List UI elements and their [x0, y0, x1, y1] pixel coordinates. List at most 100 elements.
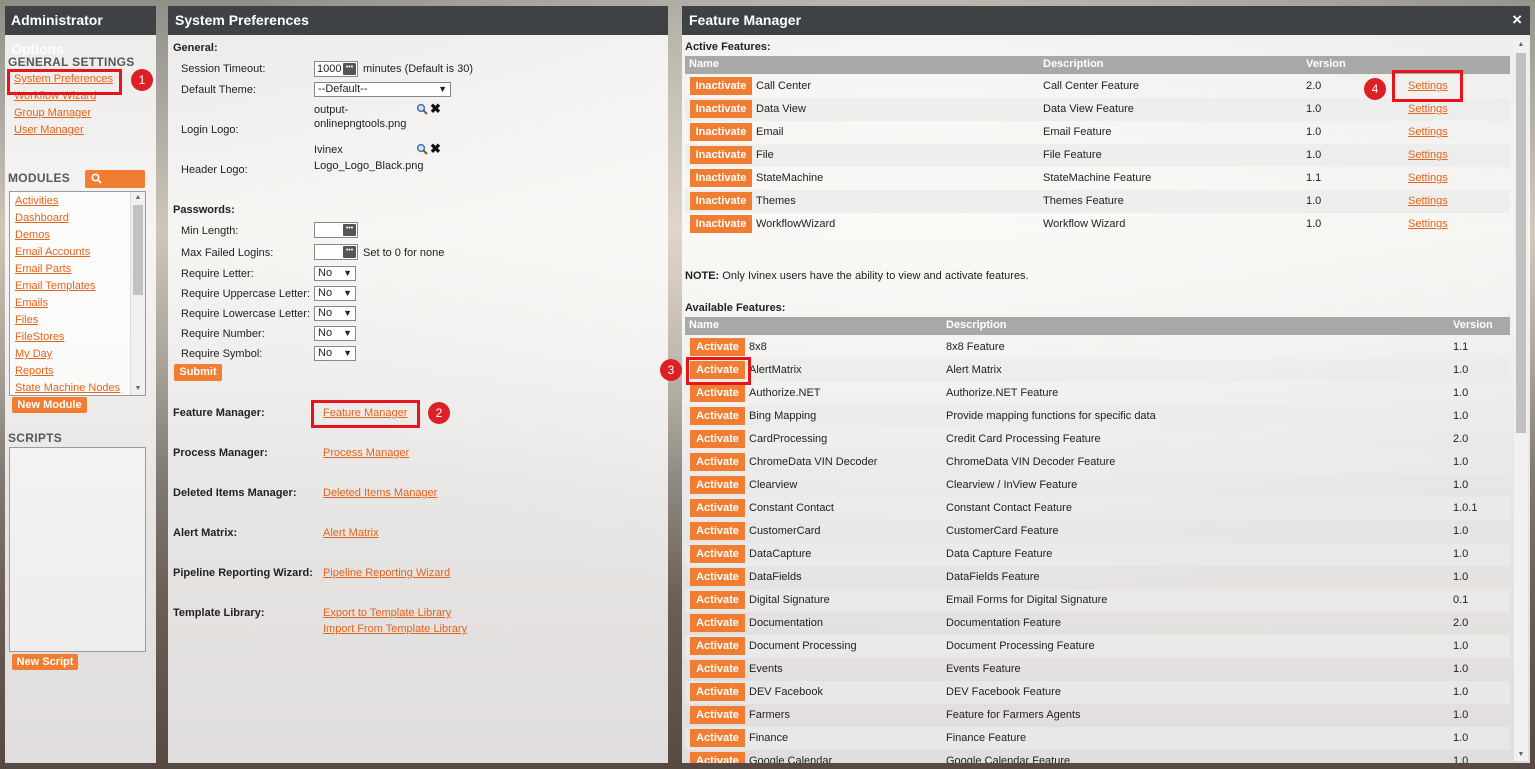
- export-template-library-link[interactable]: Export to Template Library: [323, 607, 451, 619]
- feature-description: Clearview / InView Feature: [946, 479, 1078, 491]
- module-item[interactable]: Activities: [15, 195, 58, 207]
- activate-button[interactable]: Activate: [690, 637, 745, 655]
- module-item[interactable]: Email Parts: [15, 263, 71, 275]
- passwords-heading: Passwords:: [173, 204, 235, 216]
- activate-button[interactable]: Activate: [690, 568, 745, 586]
- activate-button[interactable]: Activate: [690, 591, 745, 609]
- activate-button[interactable]: Activate: [690, 729, 745, 747]
- feature-description: 8x8 Feature: [946, 341, 1005, 353]
- module-search-button[interactable]: [85, 170, 145, 188]
- available-feature-row: Activate Farmers Feature for Farmers Agent…: [685, 704, 1510, 727]
- scroll-up-icon[interactable]: ▲: [131, 192, 145, 204]
- activate-button[interactable]: Activate: [690, 614, 745, 632]
- feature-version: 1.0: [1453, 525, 1469, 537]
- feature-version: 1.0: [1453, 548, 1469, 560]
- submit-button[interactable]: Submit: [174, 364, 222, 381]
- magnifier-icon[interactable]: [416, 143, 428, 155]
- activate-button[interactable]: Activate: [690, 683, 745, 701]
- spinner-icon[interactable]: •••: [343, 63, 356, 75]
- modules-scrollbar[interactable]: ▲ ▼: [130, 192, 145, 395]
- feature-name: Clearview: [749, 479, 798, 491]
- feature-description: Email Forms for Digital Signature: [946, 594, 1108, 606]
- module-item[interactable]: State Machine Nodes: [15, 382, 120, 394]
- max-failed-logins-input[interactable]: •••: [314, 244, 358, 260]
- module-item[interactable]: Dashboard: [15, 212, 69, 224]
- activate-button[interactable]: Activate: [690, 706, 745, 724]
- module-item[interactable]: FileStores: [15, 331, 65, 343]
- feature-manager-scrollbar[interactable]: ▲ ▼: [1514, 39, 1528, 761]
- spinner-icon[interactable]: •••: [343, 246, 356, 258]
- feature-description: Documentation Feature: [946, 617, 1061, 629]
- feature-manager-label: Feature Manager:: [173, 407, 265, 419]
- scripts-list[interactable]: [9, 447, 146, 652]
- module-item[interactable]: Emails: [15, 297, 48, 309]
- deleted-items-manager-link[interactable]: Deleted Items Manager: [323, 487, 437, 499]
- module-item[interactable]: My Day: [15, 348, 52, 360]
- dropdown-arrow-icon: ▼: [438, 84, 447, 94]
- feature-description: Finance Feature: [946, 732, 1027, 744]
- feature-version: 1.0: [1453, 571, 1469, 583]
- activate-button[interactable]: Activate: [690, 660, 745, 678]
- activate-button[interactable]: Activate: [690, 338, 745, 356]
- spinner-icon[interactable]: •••: [343, 224, 356, 236]
- session-timeout-input[interactable]: 1000 •••: [314, 61, 358, 77]
- remove-icon[interactable]: ✖: [430, 141, 441, 157]
- scroll-down-icon[interactable]: ▼: [1514, 749, 1528, 761]
- require-number-select[interactable]: No ▼: [314, 326, 356, 341]
- import-template-library-link[interactable]: Import From Template Library: [323, 623, 467, 635]
- system-preferences-panel: System Preferences General: Session Time…: [168, 6, 668, 763]
- scroll-down-icon[interactable]: ▼: [131, 383, 145, 395]
- available-feature-row: Activate Document Processing Document Proc…: [685, 635, 1510, 658]
- require-lowercase-select[interactable]: No ▼: [314, 306, 356, 321]
- process-manager-link[interactable]: Process Manager: [323, 447, 409, 459]
- module-item[interactable]: Files: [15, 314, 38, 326]
- feature-version: 1.0: [1453, 709, 1469, 721]
- feature-description: Events Feature: [946, 663, 1021, 675]
- feature-name: Finance: [749, 732, 789, 744]
- require-letter-label: Require Letter:: [181, 268, 254, 280]
- activate-button[interactable]: Activate: [690, 752, 745, 763]
- module-item[interactable]: Reports: [15, 365, 54, 377]
- module-item[interactable]: Email Templates: [15, 280, 96, 292]
- min-length-input[interactable]: •••: [314, 222, 358, 238]
- activate-button[interactable]: Activate: [690, 430, 745, 448]
- activate-button[interactable]: Activate: [690, 453, 745, 471]
- feature-version: 1.0: [1453, 663, 1469, 675]
- user-manager-link[interactable]: User Manager: [14, 124, 84, 136]
- new-module-button[interactable]: New Module: [12, 397, 87, 413]
- feature-description: DataFields Feature: [946, 571, 1040, 583]
- pipeline-reporting-wizard-link[interactable]: Pipeline Reporting Wizard: [323, 567, 450, 579]
- dropdown-arrow-icon: ▼: [343, 328, 352, 338]
- feature-name: DEV Facebook: [749, 686, 823, 698]
- max-failed-logins-label: Max Failed Logins:: [181, 247, 274, 259]
- general-heading: General:: [173, 42, 218, 54]
- require-symbol-select[interactable]: No ▼: [314, 346, 356, 361]
- new-script-button[interactable]: New Script: [12, 654, 78, 670]
- scroll-thumb[interactable]: [133, 205, 143, 295]
- scroll-up-icon[interactable]: ▲: [1514, 39, 1528, 51]
- module-item[interactable]: Demos: [15, 229, 50, 241]
- magnifier-icon[interactable]: [416, 103, 428, 115]
- alert-matrix-link[interactable]: Alert Matrix: [323, 527, 379, 539]
- group-manager-link[interactable]: Group Manager: [14, 107, 91, 119]
- activate-button[interactable]: Activate: [690, 407, 745, 425]
- activate-button[interactable]: Activate: [690, 499, 745, 517]
- activate-button[interactable]: Activate: [690, 522, 745, 540]
- feature-version: 1.0: [1453, 686, 1469, 698]
- activate-button[interactable]: Activate: [690, 476, 745, 494]
- select-value: No: [318, 347, 333, 359]
- remove-icon[interactable]: ✖: [430, 101, 441, 117]
- require-uppercase-select[interactable]: No ▼: [314, 286, 356, 301]
- activate-button[interactable]: Activate: [690, 545, 745, 563]
- dropdown-arrow-icon: ▼: [343, 348, 352, 358]
- feature-name: AlertMatrix: [749, 364, 802, 376]
- dropdown-arrow-icon: ▼: [343, 268, 352, 278]
- require-letter-select[interactable]: No ▼: [314, 266, 356, 281]
- modules-list[interactable]: Activities Dashboard Demos Email Account…: [9, 191, 146, 396]
- activate-button[interactable]: Activate: [690, 384, 745, 402]
- module-item[interactable]: Email Accounts: [15, 246, 90, 258]
- feature-name: CardProcessing: [749, 433, 828, 445]
- scroll-thumb[interactable]: [1516, 53, 1526, 433]
- feature-description: DEV Facebook Feature: [946, 686, 1061, 698]
- default-theme-select[interactable]: --Default-- ▼: [314, 82, 451, 97]
